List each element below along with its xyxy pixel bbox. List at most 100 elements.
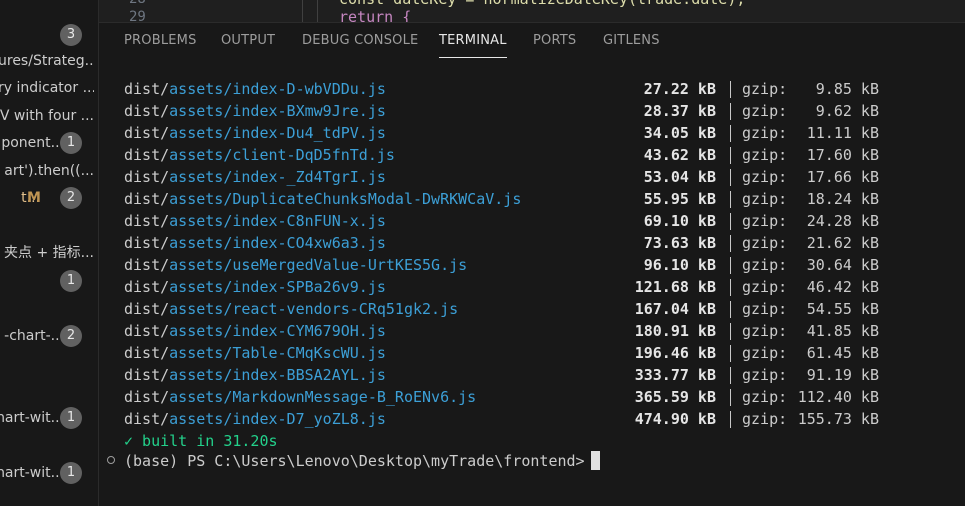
build-complete-message: ✓ built in 31.20s bbox=[124, 432, 278, 450]
output-file-name: assets/index-D-wbVDDu.js bbox=[169, 80, 386, 98]
gzip-size: 61.45 kB bbox=[806, 344, 879, 362]
output-dir: dist/ bbox=[124, 234, 170, 252]
output-dir: dist/ bbox=[124, 190, 170, 208]
output-file-name: assets/react-vendors-CRq51gk2.js bbox=[169, 300, 459, 318]
file-size: 474.90 kB bbox=[634, 410, 716, 428]
file-size: 180.91 kB bbox=[634, 322, 716, 340]
output-file-name: assets/index-CO4xw6a3.js bbox=[169, 234, 386, 252]
output-dir: dist/ bbox=[124, 124, 170, 142]
changed-file-item[interactable]: -chart-... 2 bbox=[0, 323, 98, 349]
changed-file-item[interactable]: 夹点 + 指标... bbox=[0, 240, 98, 266]
changed-file-label: hart-wit... bbox=[0, 465, 64, 481]
change-count-badge: 3 bbox=[60, 24, 82, 46]
terminal-output[interactable]: dist/assets/index-D-wbVDDu.js 27.22 kB gzi… bbox=[99, 78, 965, 506]
output-dir: dist/ bbox=[124, 102, 170, 120]
column-separator bbox=[730, 81, 731, 98]
editor-area[interactable]: 28 29 const dateKey = normalizeDateKey(t… bbox=[99, 0, 965, 22]
build-output-row: dist/assets/index-SPBa26v9.js 121.68 kB gz… bbox=[124, 276, 904, 298]
file-size: 34.05 kB bbox=[643, 124, 716, 142]
build-output-row: dist/assets/index-D-wbVDDu.js 27.22 kB gzi… bbox=[124, 78, 904, 100]
bottom-panel: PROBLEMS OUTPUT DEBUG CONSOLE TERMINAL P… bbox=[99, 22, 965, 506]
tab-gitlens[interactable]: GITLENS bbox=[603, 33, 660, 48]
column-separator bbox=[730, 191, 731, 208]
output-file-name: assets/DuplicateChunksModal-DwRKWCaV.js bbox=[169, 190, 522, 208]
tab-ports[interactable]: PORTS bbox=[533, 33, 576, 48]
source-control-sidebar: 3 ures/Strateg... ry indicator ... V with f… bbox=[0, 0, 99, 506]
changed-file-item[interactable]: art').then((... bbox=[0, 158, 98, 184]
changed-file-item[interactable]: V with four ... bbox=[0, 103, 98, 129]
gzip-size: 112.40 kB bbox=[797, 388, 879, 406]
build-output-row: dist/assets/index-Du4_tdPV.js 34.05 kB gzi… bbox=[124, 122, 904, 144]
code-line: const dateKey = normalizeDateKey(trade.d… bbox=[339, 0, 745, 8]
tab-problems[interactable]: PROBLEMS bbox=[124, 33, 197, 48]
panel-tabs: PROBLEMS OUTPUT DEBUG CONSOLE TERMINAL P… bbox=[99, 23, 965, 59]
line-number: 28 bbox=[129, 0, 146, 7]
terminal-prompt[interactable]: (base) PS C:\Users\Lenovo\Desktop\myTrad… bbox=[124, 450, 600, 472]
file-size: 365.59 kB bbox=[634, 388, 716, 406]
file-size: 73.63 kB bbox=[643, 234, 716, 252]
gzip-size: 21.62 kB bbox=[806, 234, 879, 252]
tab-terminal[interactable]: TERMINAL bbox=[439, 33, 507, 58]
output-file-name: assets/index-BXmw9Jre.js bbox=[169, 102, 386, 120]
line-number: 29 bbox=[129, 9, 146, 22]
output-dir: dist/ bbox=[124, 322, 170, 340]
output-file-name: assets/Table-CMqKscWU.js bbox=[169, 344, 386, 362]
changed-file-item[interactable]: ponent... 1 bbox=[0, 130, 98, 156]
gzip-size: 46.42 kB bbox=[806, 278, 879, 296]
change-count-badge: 1 bbox=[60, 462, 82, 484]
column-separator bbox=[730, 323, 731, 340]
changed-file-label: ures/Strateg... bbox=[0, 53, 94, 69]
file-size: 333.77 kB bbox=[634, 366, 716, 384]
command-status-icon bbox=[107, 456, 115, 464]
gzip-size: 9.62 kB bbox=[815, 102, 879, 120]
changed-file-item[interactable]: 3 bbox=[0, 22, 98, 48]
indent-guide bbox=[317, 0, 318, 22]
output-dir: dist/ bbox=[124, 256, 170, 274]
changed-file-item[interactable]: ry indicator ... bbox=[0, 75, 98, 101]
changed-file-item[interactable]: hart-wit... 1 bbox=[0, 460, 98, 486]
build-output-row: dist/assets/index-BXmw9Jre.js 28.37 kB gzi… bbox=[124, 100, 904, 122]
output-file-name: assets/MarkdownMessage-B_RoENv6.js bbox=[169, 388, 477, 406]
output-file-name: assets/index-CYM679OH.js bbox=[169, 322, 386, 340]
gzip-size: 18.24 kB bbox=[806, 190, 879, 208]
build-output-row: dist/assets/MarkdownMessage-B_RoENv6.js 3… bbox=[124, 386, 904, 408]
gzip-size: 17.66 kB bbox=[806, 168, 879, 186]
changed-file-item[interactable]: hart-wit... 1 bbox=[0, 405, 98, 431]
column-separator bbox=[730, 103, 731, 120]
output-dir: dist/ bbox=[124, 388, 170, 406]
file-size: 96.10 kB bbox=[643, 256, 716, 274]
changed-file-item[interactable]: t... M 2 bbox=[0, 185, 98, 211]
output-file-name: assets/index-BBSA2AYL.js bbox=[169, 366, 386, 384]
build-output-row: dist/assets/react-vendors-CRq51gk2.js 167… bbox=[124, 298, 904, 320]
output-file-name: assets/useMergedValue-UrtKES5G.js bbox=[169, 256, 468, 274]
output-dir: dist/ bbox=[124, 80, 170, 98]
build-output-row: dist/assets/Table-CMqKscWU.js 196.46 kB gz… bbox=[124, 342, 904, 364]
file-size: 121.68 kB bbox=[634, 278, 716, 296]
output-dir: dist/ bbox=[124, 300, 170, 318]
file-size: 28.37 kB bbox=[643, 102, 716, 120]
build-output-row: dist/assets/index-CO4xw6a3.js 73.63 kB gzi… bbox=[124, 232, 904, 254]
indent-guide bbox=[302, 0, 303, 22]
build-output-row: dist/assets/client-DqD5fnTd.js 43.62 kB gz… bbox=[124, 144, 904, 166]
output-dir: dist/ bbox=[124, 366, 170, 384]
build-output-row: dist/assets/index-D7_yoZL8.js 474.90 kB gz… bbox=[124, 408, 904, 430]
changed-file-item[interactable]: 1 bbox=[0, 268, 98, 294]
tab-output[interactable]: OUTPUT bbox=[221, 33, 275, 48]
changed-file-label: -chart-... bbox=[4, 328, 64, 344]
output-file-name: assets/index-Du4_tdPV.js bbox=[169, 124, 386, 142]
gzip-size: 17.60 kB bbox=[806, 146, 879, 164]
output-dir: dist/ bbox=[124, 278, 170, 296]
change-count-badge: 1 bbox=[60, 270, 82, 292]
build-output-row: dist/assets/index-BBSA2AYL.js 333.77 kB gz… bbox=[124, 364, 904, 386]
modified-status-letter: M bbox=[27, 190, 41, 206]
gzip-size: 9.85 kB bbox=[815, 80, 879, 98]
gzip-size: 30.64 kB bbox=[806, 256, 879, 274]
tab-debug-console[interactable]: DEBUG CONSOLE bbox=[302, 33, 418, 48]
output-file-name: assets/index-_Zd4TgrI.js bbox=[169, 168, 386, 186]
prompt-text: (base) PS C:\Users\Lenovo\Desktop\myTrad… bbox=[124, 452, 585, 470]
changed-file-label: V with four ... bbox=[0, 108, 94, 124]
gzip-size: 11.11 kB bbox=[806, 124, 879, 142]
gzip-size: 24.28 kB bbox=[806, 212, 879, 230]
change-count-badge: 2 bbox=[60, 325, 82, 347]
changed-file-item[interactable]: ures/Strateg... bbox=[0, 48, 98, 74]
